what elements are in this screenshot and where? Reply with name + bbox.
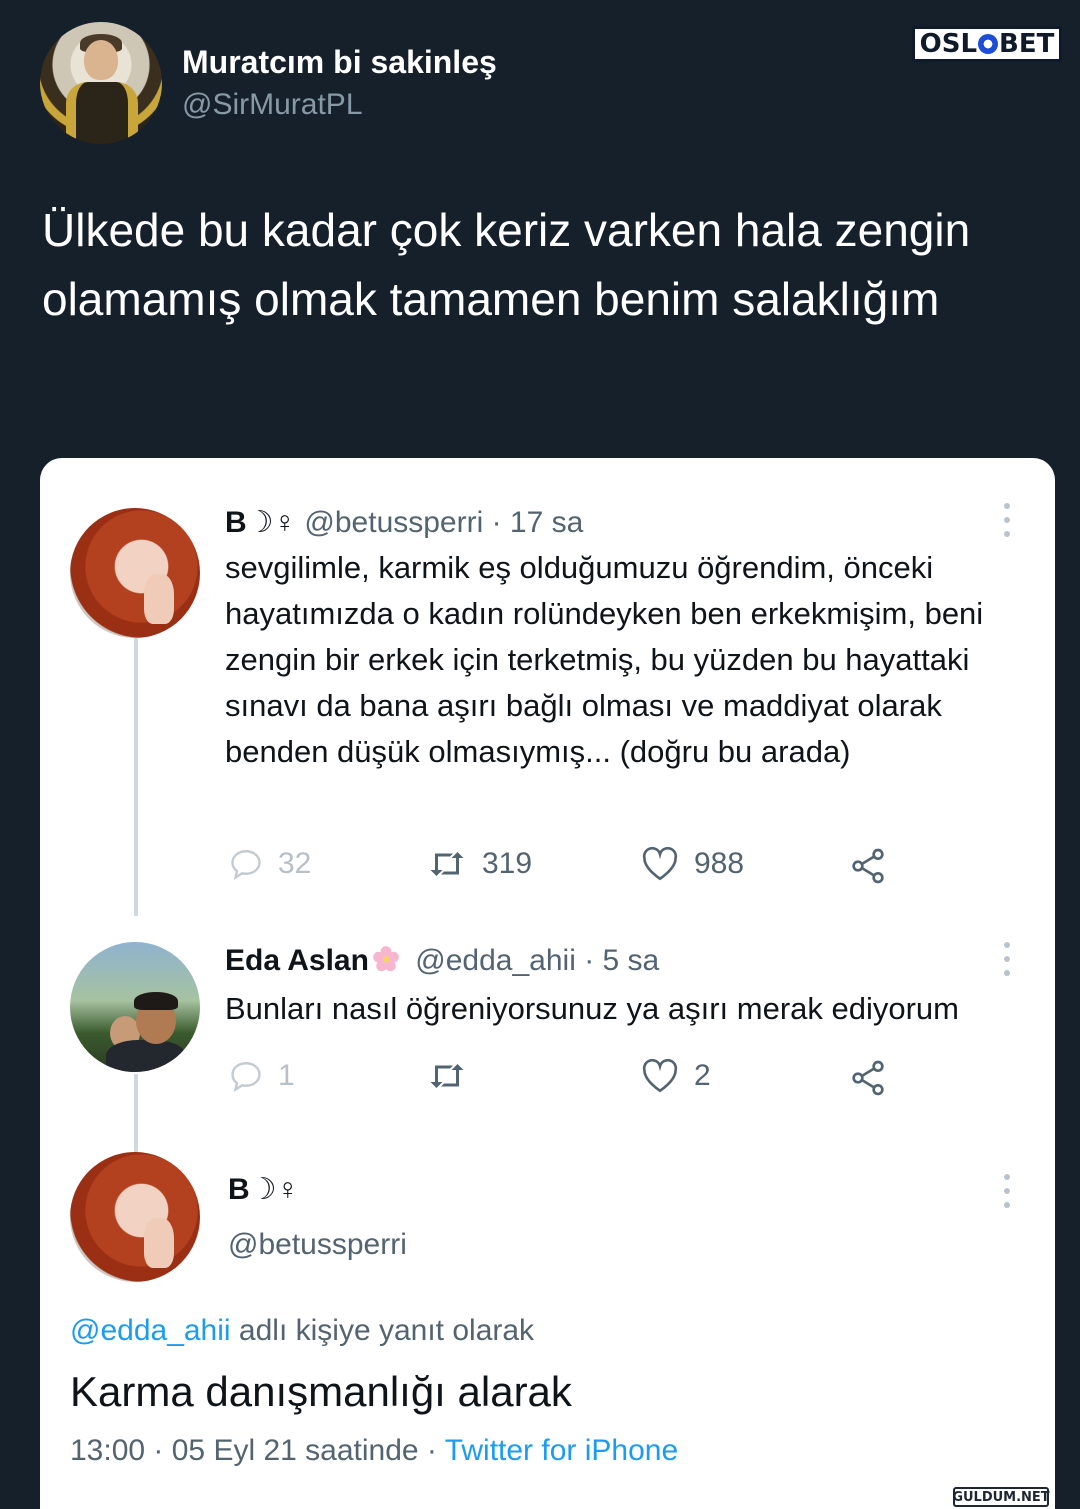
outer-tweet-text: Ülkede bu kadar çok keriz varken hala ze…	[42, 204, 971, 325]
retweet-button[interactable]	[426, 1058, 468, 1094]
share-button[interactable]	[848, 1058, 888, 1098]
share-icon	[852, 1060, 884, 1096]
tweet2-time[interactable]: · 5 sa	[584, 944, 659, 977]
outer-handle[interactable]: @SirMuratPL	[182, 88, 363, 122]
share-icon	[852, 848, 884, 884]
brand-logo-right: BET	[999, 29, 1055, 59]
tweet-meta: 13:00 · 05 Eyl 21 saatinde · Twitter for…	[70, 1434, 678, 1468]
more-options-icon[interactable]	[1002, 503, 1012, 537]
reply-button[interactable]: 32	[228, 846, 311, 882]
heart-icon	[642, 846, 678, 881]
tweet2-header: Eda Aslan @edda_ahii · 5 sa	[225, 944, 659, 978]
share-button[interactable]	[848, 846, 888, 886]
focused-handle-row: @betussperri	[228, 1228, 407, 1262]
like-button[interactable]: 2	[640, 1058, 711, 1094]
avatar-hand	[144, 1218, 174, 1268]
brand-logo: OSL BET	[912, 26, 1062, 62]
tweet1-header: B☽♀ @betussperri · 17 sa	[225, 505, 583, 540]
reply-icon	[231, 850, 261, 881]
retweet-icon	[430, 1064, 464, 1088]
site-watermark: GULDUM.NET	[952, 1487, 1050, 1507]
avatar-body	[66, 82, 138, 144]
retweet-count: 319	[482, 847, 533, 880]
reply-to-suffix: adlı kişiye yanıt olarak	[230, 1314, 535, 1347]
tweet2-handle[interactable]: @edda_ahii	[415, 944, 576, 977]
more-options-icon[interactable]	[1002, 942, 1012, 976]
outer-display-name[interactable]: Muratcım bi sakinleş	[182, 44, 497, 81]
like-count: 988	[694, 847, 745, 880]
focused-handle[interactable]: @betussperri	[228, 1228, 407, 1261]
avatar-face	[84, 40, 118, 80]
outer-avatar[interactable]	[40, 22, 162, 144]
brand-logo-left: OSL	[919, 29, 978, 59]
tweet1-avatar[interactable]	[70, 508, 200, 638]
reply-mention-link[interactable]: @edda_ahii	[70, 1314, 231, 1347]
tweet2-avatar[interactable]	[70, 942, 200, 1072]
tweet1-handle[interactable]: @betussperri	[304, 506, 483, 539]
flower-emoji-icon	[373, 946, 399, 972]
tweet1-name[interactable]: B☽♀	[225, 506, 296, 539]
thread-line	[134, 1074, 138, 1158]
brand-logo-ring-icon	[978, 34, 999, 54]
tweet1-time[interactable]: · 17 sa	[492, 506, 584, 539]
avatar-shirt	[106, 1040, 186, 1072]
tweet2-name[interactable]: Eda Aslan	[225, 944, 369, 977]
focused-tweet-text: Karma danışmanlığı alarak	[70, 1368, 572, 1415]
reply-button[interactable]: 1	[228, 1058, 295, 1094]
avatar-hand	[144, 574, 174, 624]
heart-icon	[642, 1058, 678, 1093]
reply-count: 1	[278, 1059, 295, 1092]
reply-count: 32	[278, 847, 312, 880]
thread-line	[134, 636, 138, 916]
focused-avatar[interactable]	[70, 1152, 200, 1282]
retweet-button[interactable]: 319	[426, 846, 532, 882]
focused-name[interactable]: B☽♀	[228, 1173, 299, 1206]
tweet-timestamp[interactable]: 13:00 · 05 Eyl 21 saatinde ·	[70, 1434, 445, 1467]
like-count: 2	[694, 1059, 711, 1092]
more-options-icon[interactable]	[1002, 1174, 1012, 1208]
tweet-source-link[interactable]: Twitter for iPhone	[445, 1434, 678, 1467]
focused-name-row: B☽♀	[228, 1172, 299, 1207]
tweet1-text: sevgilimle, karmik eş olduğumuzu öğrendi…	[225, 550, 984, 769]
retweet-icon	[430, 852, 464, 876]
avatar-hair	[134, 992, 178, 1010]
quoted-screenshot-card: B☽♀ @betussperri · 17 sa sevgilimle, kar…	[40, 458, 1055, 1509]
replying-to: @edda_ahii adlı kişiye yanıt olarak	[70, 1314, 534, 1348]
reply-icon	[231, 1062, 261, 1093]
like-button[interactable]: 988	[640, 846, 744, 882]
tweet2-text: Bunları nasıl öğreniyorsunuz ya aşırı me…	[225, 991, 959, 1026]
